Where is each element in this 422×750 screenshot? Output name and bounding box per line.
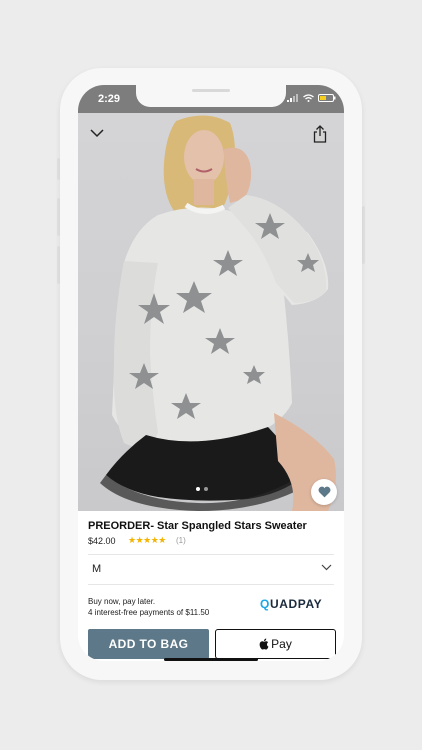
model-illustration — [100, 115, 336, 511]
size-value: M — [92, 563, 102, 575]
share-icon[interactable] — [313, 125, 327, 143]
apple-icon — [259, 638, 269, 650]
product-title: PREORDER- Star Spangled Stars Sweater — [88, 520, 307, 532]
add-to-bag-button[interactable]: ADD TO BAG — [88, 629, 209, 659]
chevron-down-icon[interactable] — [90, 129, 104, 138]
favorite-button[interactable] — [311, 479, 337, 505]
divider — [88, 584, 334, 585]
bnpl-details: 4 interest-free payments of $11.50 — [88, 608, 210, 617]
speaker — [192, 89, 230, 92]
heart-icon — [318, 486, 330, 498]
product-image[interactable] — [78, 113, 344, 511]
rating-count[interactable]: (1) — [176, 536, 186, 545]
quadpay-logo-q: Q — [260, 597, 270, 611]
pagination-dot[interactable] — [204, 487, 208, 491]
apple-pay-label: Pay — [271, 637, 292, 651]
status-bar: 2:29 — [78, 85, 344, 113]
wifi-icon — [303, 94, 314, 102]
status-time: 2:29 — [98, 93, 121, 105]
pagination-dot[interactable] — [196, 487, 200, 491]
notch — [136, 85, 286, 107]
quadpay-logo[interactable]: QUADPAY — [260, 597, 322, 611]
apple-pay-button[interactable]: Pay — [215, 629, 336, 659]
product-price: $42.00 — [88, 536, 116, 546]
quadpay-logo-text: UADPAY — [269, 597, 323, 611]
size-selector[interactable]: M — [78, 555, 344, 583]
chevron-down-icon — [321, 564, 332, 571]
battery-icon — [318, 94, 336, 102]
rating-stars[interactable]: ★★★★★ — [128, 535, 166, 546]
status-icons — [287, 94, 336, 102]
bnpl-headline: Buy now, pay later. — [88, 597, 156, 606]
side-button-right — [362, 206, 365, 264]
home-indicator — [164, 658, 258, 661]
signal-icon — [287, 94, 298, 102]
app-screen: 2:29 PREORDER- Star Spangled Stars Sweat… — [78, 85, 344, 661]
image-pagination — [196, 487, 208, 491]
